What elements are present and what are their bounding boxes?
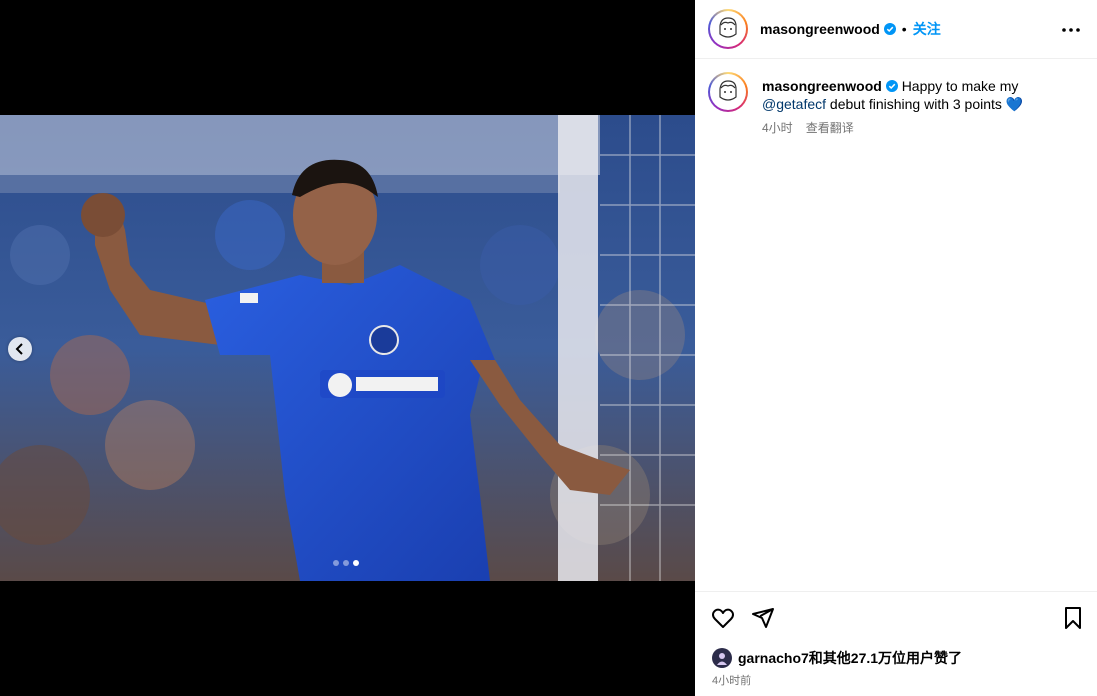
- likes-summary: garnacho7和其他27.1万位用户赞了: [712, 648, 962, 668]
- person-icon: [717, 653, 727, 665]
- caption-mention-link[interactable]: @getafecf: [762, 96, 826, 112]
- save-button[interactable]: [1061, 606, 1085, 630]
- post-details-panel: masongreenwood • 关注 masongreenwood Happy…: [695, 0, 1097, 696]
- liker-avatar[interactable]: [712, 648, 732, 668]
- blue-heart-emoji: 💙: [1005, 96, 1024, 112]
- post-time-ago[interactable]: 4小时前: [712, 672, 751, 688]
- header-user: masongreenwood • 关注: [760, 19, 941, 39]
- photo-illustration: [0, 115, 695, 581]
- post-header: masongreenwood • 关注: [695, 0, 1097, 59]
- bookmark-icon: [1065, 607, 1081, 629]
- separator-dot: •: [901, 21, 907, 37]
- caption-meta: 4小时 查看翻译: [762, 119, 1023, 137]
- follow-button[interactable]: 关注: [913, 19, 941, 39]
- caption-author-avatar[interactable]: [708, 72, 748, 112]
- caption-timestamp[interactable]: 4小时: [762, 119, 793, 137]
- share-icon: [752, 608, 774, 628]
- carousel-prev-button[interactable]: [8, 337, 32, 361]
- heart-icon: [712, 608, 734, 628]
- post-photo[interactable]: [0, 115, 695, 581]
- more-options-button[interactable]: [1059, 18, 1083, 42]
- share-button[interactable]: [751, 606, 775, 630]
- more-options-icon: [1062, 28, 1080, 32]
- caption-username[interactable]: masongreenwood: [762, 78, 882, 94]
- author-avatar[interactable]: [708, 9, 748, 49]
- like-button[interactable]: [711, 606, 735, 630]
- avatar-sketch-icon: [719, 17, 737, 38]
- caption-text: Happy to make my: [901, 78, 1019, 94]
- carousel-indicator: [333, 560, 359, 566]
- carousel-dot: [333, 560, 339, 566]
- carousel-dot: [343, 560, 349, 566]
- chevron-left-icon: [15, 343, 23, 355]
- caption-body: masongreenwood Happy to make my @getafec…: [762, 77, 1023, 137]
- carousel-dot-active: [353, 560, 359, 566]
- author-username[interactable]: masongreenwood: [760, 21, 880, 37]
- post-media-pane: [0, 0, 695, 696]
- avatar-sketch-icon: [719, 80, 737, 101]
- post-caption: masongreenwood Happy to make my @getafec…: [708, 72, 1083, 137]
- likes-text[interactable]: garnacho7和其他27.1万位用户赞了: [738, 648, 962, 668]
- post-actions-bar: [695, 591, 1097, 643]
- verified-badge-icon: [885, 80, 898, 92]
- verified-badge-icon: [883, 23, 896, 35]
- caption-text-continued: debut finishing with 3 points: [826, 96, 1002, 112]
- see-translation-button[interactable]: 查看翻译: [806, 119, 854, 137]
